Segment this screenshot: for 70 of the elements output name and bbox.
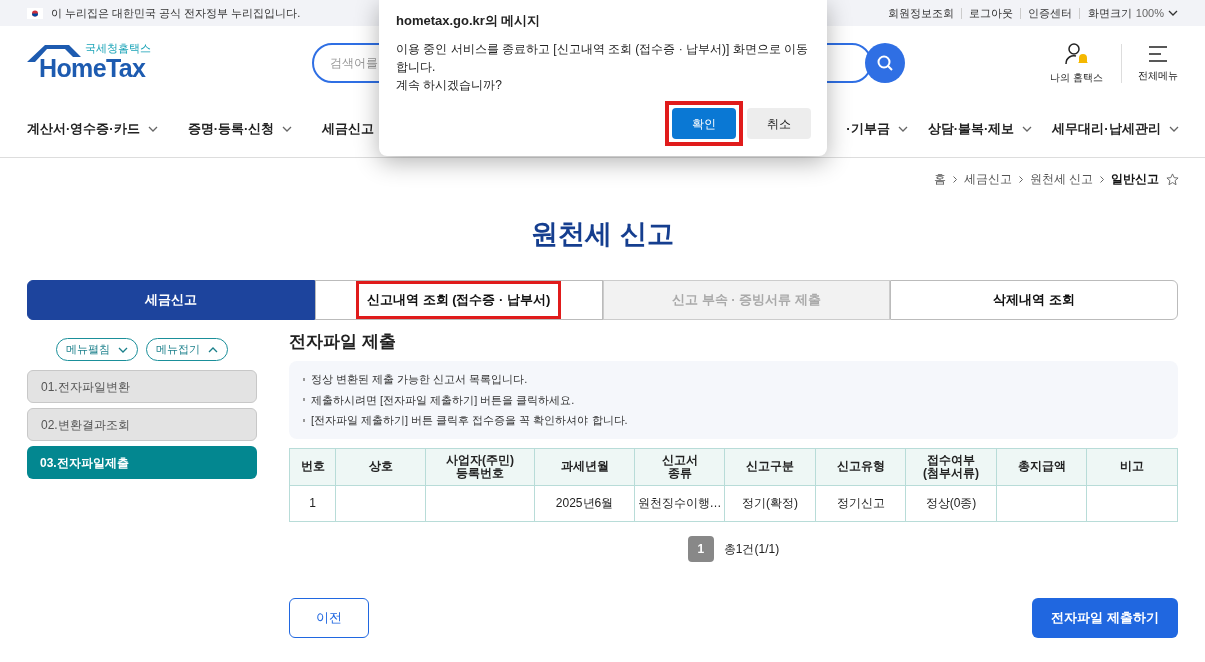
caret-icon [897, 125, 908, 132]
logo-wordmark: HomeTax [39, 54, 146, 82]
all-menu-button[interactable]: 전체메뉴 [1121, 43, 1178, 83]
table-cell: 정기(확정) [724, 485, 816, 521]
breadcrumb-link[interactable]: 세금신고 [963, 170, 1012, 188]
logo-tagline: 국세청홈택스 [85, 41, 151, 56]
caret-icon [1022, 125, 1033, 132]
column-header: 총지급액 [996, 448, 1087, 485]
confirm-button[interactable]: 확인 [665, 101, 743, 146]
column-header: 번호 [289, 448, 336, 485]
top-link[interactable]: 회원정보조회 [880, 7, 962, 19]
user-bell-icon [1063, 41, 1090, 66]
top-link[interactable]: 로그아웃 [961, 7, 1021, 19]
column-header: 사업자(주민) 등록번호 [425, 448, 535, 485]
caret-icon [208, 346, 218, 353]
submit-button[interactable]: 전자파일 제출하기 [1032, 597, 1178, 638]
caret-icon [1168, 10, 1178, 16]
nav-menu-item[interactable]: 세무대리·납세관리 [1052, 118, 1179, 139]
notice-text: [전자파일 제출하기] 버튼 클릭후 접수증을 꼭 확인하셔야 합니다. [311, 413, 628, 428]
breadcrumb-link[interactable]: 일반신고 [1111, 170, 1159, 188]
nav-menu-item[interactable]: 계산서·영수증·카드 [27, 118, 158, 139]
column-header: 비고 [1086, 448, 1178, 485]
column-header: 상호 [335, 448, 426, 485]
star-icon[interactable] [1166, 172, 1179, 186]
flag-icon [27, 7, 43, 19]
cancel-button[interactable]: 취소 [747, 108, 811, 139]
table-cell: 원천징수이행… [634, 485, 725, 521]
dialog-title: hometax.go.kr의 메시지 [396, 12, 542, 30]
chevron-icon [1100, 175, 1104, 183]
menu-icon [1147, 43, 1169, 64]
gov-banner-text: 이 누리집은 대한민국 공식 전자정부 누리집입니다. [51, 5, 301, 21]
caret-icon [147, 125, 158, 132]
nav-menu-item[interactable]: 상담·불복·제보 [927, 118, 1033, 139]
chevron-icon [1018, 175, 1023, 183]
section-title: 전자파일 제출 [289, 331, 397, 353]
notice-text: 정상 변환된 제출 가능한 신고서 목록입니다. [311, 372, 528, 387]
nav-menu-item[interactable]: 증명·등록·신청 [187, 118, 293, 139]
column-header: 신고구분 [724, 448, 816, 485]
zoom-control[interactable]: 화면크기 100% [1079, 4, 1178, 22]
my-hometax-button[interactable]: 나의 홈택스 [1050, 41, 1103, 85]
breadcrumb-link[interactable]: 홈 [933, 170, 946, 188]
nav-menu-item[interactable]: 세금신고 [322, 118, 375, 139]
table-cell: 정상(0종) [905, 485, 997, 521]
column-header: 신고유형 [815, 448, 906, 485]
tab[interactable]: 삭제내역 조회 [890, 280, 1178, 320]
search-icon [876, 54, 894, 72]
table-cell: 2025년6월 [534, 485, 635, 521]
chevron-icon [952, 175, 957, 183]
caret-icon [1168, 125, 1179, 132]
column-header: 신고서 종류 [634, 448, 725, 485]
notice-text: 제출하시려면 [전자파일 제출하기] 버튼을 클릭하세요. [311, 392, 575, 408]
table-cell: 1 [289, 485, 336, 521]
nav-menu-item[interactable]: ·기부금 [846, 118, 908, 139]
caret-icon [282, 125, 293, 132]
table-cell: 정기신고 [815, 485, 906, 521]
top-link[interactable]: 인증센터 [1020, 7, 1080, 19]
column-header: 접수여부 (첨부서류) [905, 448, 997, 485]
step-menu-item[interactable]: 03.전자파일제출 [27, 446, 257, 479]
tab[interactable]: 세금신고 [27, 280, 315, 320]
dialog-message: 이용 중인 서비스를 종료하고 [신고내역 조회 (접수증 · 납부서)] 화면으로 이동합니다. 계속 하시겠습니까? [396, 40, 809, 94]
previous-button[interactable]: 이전 [289, 597, 369, 638]
page-summary: 총1건(1/1) [723, 540, 780, 558]
page-title: 원천세 신고 [530, 218, 675, 251]
breadcrumb-link[interactable]: 원천세 신고 [1029, 170, 1093, 188]
column-header: 과세년월 [534, 448, 635, 485]
page-button[interactable]: 1 [687, 535, 714, 562]
tab[interactable]: 신고내역 조회 (접수증 · 납부서) [314, 280, 603, 320]
step-menu-item[interactable]: 02.변환결과조회 [27, 408, 257, 441]
caret-icon [118, 346, 128, 353]
step-menu-item[interactable]: 01.전자파일변환 [27, 370, 257, 403]
